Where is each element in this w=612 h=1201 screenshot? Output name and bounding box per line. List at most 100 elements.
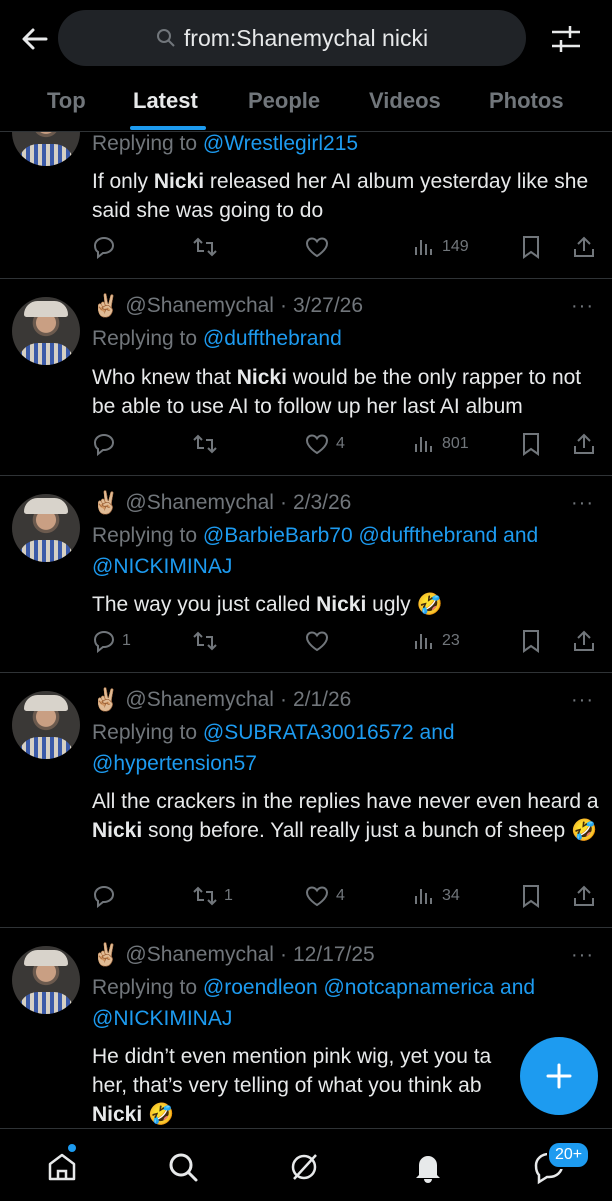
heart-icon	[305, 631, 329, 652]
views-button[interactable]: 149	[412, 234, 469, 260]
views-icon	[415, 634, 432, 649]
retweet-icon	[193, 886, 217, 906]
heart-icon	[305, 237, 329, 258]
tab-people[interactable]: People	[248, 88, 320, 114]
retweet-button[interactable]	[192, 234, 224, 260]
views-icon	[415, 437, 432, 452]
reply-button[interactable]	[92, 883, 122, 909]
tweet-text: If only Nicki released her AI album yest…	[92, 170, 589, 222]
victory-hand-emoji: ✌🏼	[92, 942, 120, 967]
reply-button[interactable]	[92, 431, 122, 457]
search-filters-button[interactable]	[548, 22, 584, 56]
like-button[interactable]	[304, 628, 336, 654]
search-input[interactable]: from:Shanemychal nicki	[58, 10, 526, 66]
share-button[interactable]	[572, 234, 596, 260]
replying-to: Replying to @duffthebrand	[92, 327, 342, 350]
nav-search[interactable]	[165, 1149, 201, 1185]
bookmark-icon	[523, 630, 539, 653]
share-button[interactable]	[572, 883, 596, 909]
heart-icon	[305, 886, 329, 907]
search-icon	[156, 29, 175, 47]
reply-icon	[93, 433, 115, 456]
bookmark-icon	[523, 236, 539, 259]
compose-button[interactable]	[520, 1037, 598, 1115]
more-options-icon[interactable]: ···	[571, 944, 594, 967]
nav-notifications[interactable]	[410, 1149, 446, 1185]
tweet[interactable]: ✌🏼 @Shanemychal · 2/3/26 ··· Replying to…	[0, 476, 612, 673]
tweet-text: All the crackers in the replies have nev…	[92, 790, 599, 842]
tweet-header: ✌🏼 @Shanemychal · 2/1/26	[92, 687, 352, 712]
reply-button[interactable]	[92, 234, 122, 260]
bell-icon	[416, 1156, 440, 1183]
views-button[interactable]: 23	[412, 628, 460, 654]
avatar[interactable]	[12, 946, 80, 1014]
home-unread-dot	[68, 1144, 76, 1152]
user-handle[interactable]: @Shanemychal	[125, 491, 274, 515]
user-handle[interactable]: @Shanemychal	[125, 943, 274, 967]
replying-to: Replying to @SUBRATA30016572 and @hypert…	[92, 721, 455, 775]
plus-icon	[546, 1063, 572, 1089]
tweet-text: Who knew that Nicki would be the only ra…	[92, 366, 582, 418]
bookmark-button[interactable]	[520, 234, 542, 260]
like-button[interactable]: 4	[304, 431, 345, 457]
tab-latest[interactable]: Latest	[133, 88, 198, 114]
tweet-text: The way you just called Nicki ugly 🤣	[92, 593, 443, 616]
tab-top[interactable]: Top	[47, 88, 86, 114]
retweet-button[interactable]	[192, 431, 224, 457]
tab-photos[interactable]: Photos	[489, 88, 564, 114]
share-button[interactable]	[572, 431, 596, 457]
tweet-header: ✌🏼 @Shanemychal · 12/17/25	[92, 942, 375, 967]
retweet-button[interactable]	[192, 628, 224, 654]
tweet[interactable]: ✌🏼 @Shanemychal · 2/1/26 ··· Replying to…	[0, 673, 612, 928]
tweet-actions: 1 4 34	[92, 883, 602, 909]
mention-link[interactable]: @Wrestlegirl215	[203, 132, 358, 155]
user-handle[interactable]: @Shanemychal	[125, 688, 274, 712]
avatar[interactable]	[12, 297, 80, 365]
more-options-icon[interactable]: ···	[571, 492, 594, 515]
views-button[interactable]: 34	[412, 883, 460, 909]
user-handle[interactable]: @Shanemychal	[125, 294, 274, 318]
views-icon	[415, 889, 432, 904]
tweet[interactable]: Replying to @Wrestlegirl215 If only Nick…	[0, 98, 612, 279]
more-options-icon[interactable]: ···	[571, 689, 594, 712]
active-tab-indicator	[130, 126, 206, 130]
retweet-icon	[193, 631, 217, 651]
reply-icon	[93, 885, 115, 908]
tweet-actions: 1 23	[92, 628, 602, 654]
retweet-button[interactable]: 1	[192, 883, 233, 909]
retweet-icon	[193, 434, 217, 454]
share-icon	[574, 630, 594, 651]
mention-link[interactable]: @duffthebrand	[203, 327, 342, 350]
share-icon	[574, 433, 594, 454]
share-icon	[574, 236, 594, 257]
nav-grok[interactable]	[286, 1149, 322, 1185]
heart-icon	[305, 434, 329, 455]
bookmark-button[interactable]	[520, 883, 542, 909]
like-button[interactable]: 4	[304, 883, 345, 909]
share-button[interactable]	[572, 628, 596, 654]
messages-badge: 20+	[547, 1141, 591, 1169]
reply-button[interactable]: 1	[92, 628, 131, 654]
more-options-icon[interactable]: ···	[571, 295, 594, 318]
tweet-text: He didn’t even mention pink wig, yet you…	[92, 1045, 492, 1126]
like-button[interactable]	[304, 234, 336, 260]
nav-home[interactable]	[44, 1149, 80, 1185]
search-tabs: Top Latest People Videos Photos	[0, 78, 612, 130]
tweet-header: ✌🏼 @Shanemychal · 3/27/26	[92, 293, 364, 318]
views-icon	[415, 240, 432, 255]
views-button[interactable]: 801	[412, 431, 469, 457]
back-button[interactable]	[18, 22, 52, 56]
back-arrow-icon	[22, 28, 48, 50]
bookmark-button[interactable]	[520, 628, 542, 654]
victory-hand-emoji: ✌🏼	[92, 687, 120, 712]
tweet-date: 2/1/26	[292, 688, 352, 711]
replying-to: Replying to @roendleon @notcapnamerica a…	[92, 976, 536, 1030]
avatar[interactable]	[12, 494, 80, 562]
bookmark-button[interactable]	[520, 431, 542, 457]
tab-videos[interactable]: Videos	[369, 88, 441, 114]
tweet-actions: 149	[92, 234, 602, 260]
tweet[interactable]: ✌🏼 @Shanemychal · 3/27/26 ··· Replying t…	[0, 279, 612, 476]
victory-hand-emoji: ✌🏼	[92, 490, 120, 515]
tweet-header: ✌🏼 @Shanemychal · 2/3/26	[92, 490, 352, 515]
avatar[interactable]	[12, 691, 80, 759]
